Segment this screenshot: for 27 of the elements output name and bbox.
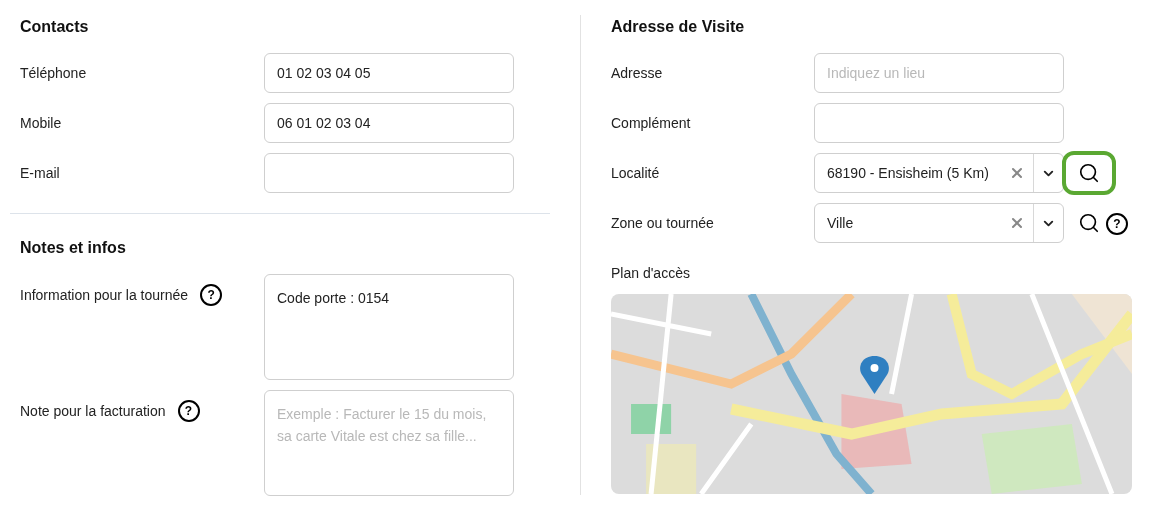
field-label: Complément: [611, 113, 692, 133]
input-field[interactable]: 06 01 02 03 04: [264, 103, 514, 143]
field-label: E-mail: [20, 164, 60, 183]
clear-icon[interactable]: [1009, 215, 1025, 231]
text-area[interactable]: Code porte : 0154: [264, 274, 514, 380]
field-label: Localité: [611, 163, 661, 183]
field-label: Note pour la facturation: [20, 401, 166, 421]
section-title: Contacts: [20, 17, 90, 37]
field-label: Téléphone: [20, 64, 87, 83]
input-field[interactable]: [814, 103, 1064, 143]
select-field[interactable]: Ville: [814, 203, 1064, 243]
field-label: Plan d'accès: [611, 264, 691, 283]
input-field[interactable]: [264, 153, 514, 193]
section-title: Adresse de Visite: [611, 17, 746, 37]
search-icon: [1078, 162, 1100, 184]
search-icon: [1078, 212, 1100, 234]
help-icon[interactable]: ?: [177, 400, 200, 422]
field-label: Zone ou tournée: [611, 213, 715, 233]
help-icon[interactable]: ?: [200, 284, 223, 306]
section-title: Notes et infos: [20, 238, 127, 258]
field-label: Mobile: [20, 114, 62, 133]
field-label: Information pour la tournée: [20, 285, 189, 305]
search-button[interactable]: [1062, 151, 1116, 195]
field-label: Adresse: [611, 63, 664, 83]
clear-icon[interactable]: [1009, 165, 1025, 181]
help-icon[interactable]: ?: [1106, 213, 1128, 235]
input-field[interactable]: 01 02 03 04 05: [264, 53, 514, 93]
